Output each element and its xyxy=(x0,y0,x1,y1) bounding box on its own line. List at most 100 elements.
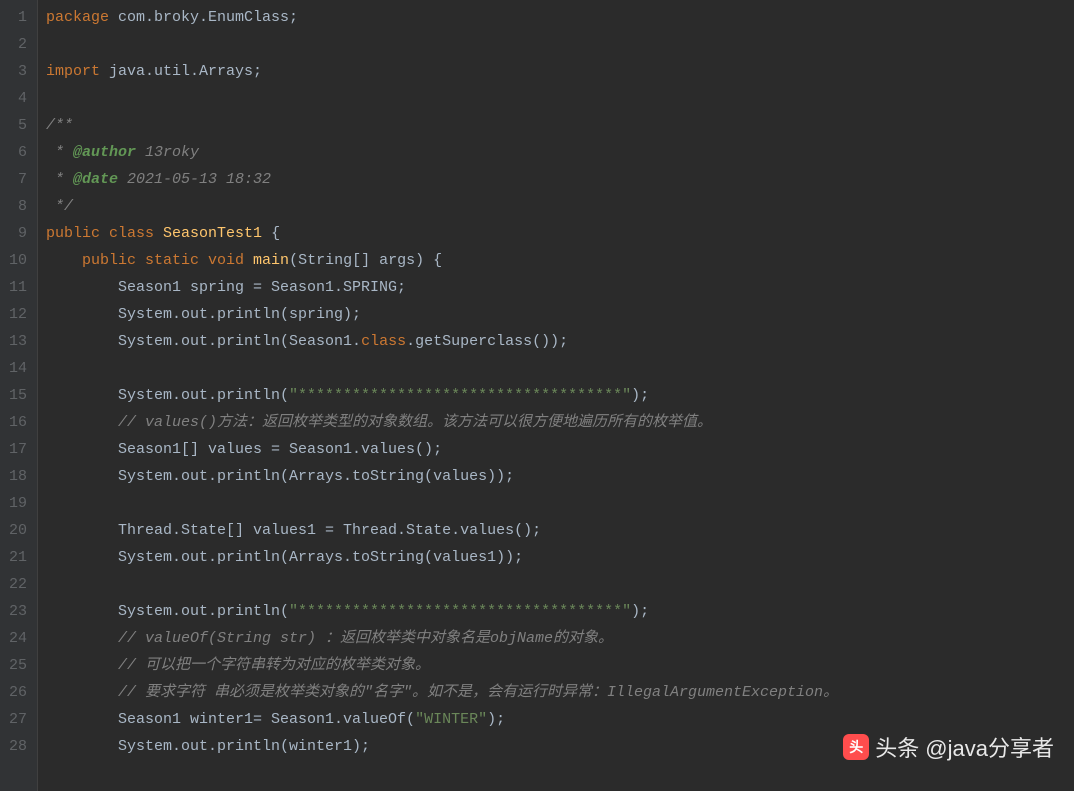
code-line[interactable]: System.out.println(Season1.class.getSupe… xyxy=(46,328,1074,355)
code-line[interactable] xyxy=(46,490,1074,517)
code-token: Season1 spring = Season1.SPRING; xyxy=(46,279,406,296)
line-number: 11 xyxy=(8,274,27,301)
code-area[interactable]: package com.broky.EnumClass; import java.… xyxy=(38,0,1074,791)
code-line[interactable]: System.out.println(spring); xyxy=(46,301,1074,328)
code-token: System.out.println(Season1. xyxy=(46,333,361,350)
code-token: System.out.println(Arrays.toString(value… xyxy=(46,468,514,485)
code-line[interactable]: /** xyxy=(46,112,1074,139)
code-token: main xyxy=(253,252,289,269)
line-number: 7 xyxy=(8,166,27,193)
code-line[interactable]: System.out.println(Arrays.toString(value… xyxy=(46,544,1074,571)
line-number: 10 xyxy=(8,247,27,274)
code-token: java.util.Arrays; xyxy=(109,63,262,80)
code-token: */ xyxy=(46,198,73,215)
code-token: (String[] args) { xyxy=(289,252,442,269)
toutiao-icon: 头 xyxy=(843,734,869,760)
code-line[interactable] xyxy=(46,85,1074,112)
code-token: // 要求字符 串必须是枚举类对象的"名字"。如不是，会有运行时异常：Illeg… xyxy=(118,684,838,701)
line-number: 13 xyxy=(8,328,27,355)
code-token: 2021-05-13 18:32 xyxy=(118,171,271,188)
code-line[interactable]: public static void main(String[] args) { xyxy=(46,247,1074,274)
code-token: "WINTER" xyxy=(415,711,487,728)
code-line[interactable]: Season1[] values = Season1.values(); xyxy=(46,436,1074,463)
code-token: System.out.println( xyxy=(46,603,289,620)
line-number: 15 xyxy=(8,382,27,409)
code-line[interactable]: System.out.println(Arrays.toString(value… xyxy=(46,463,1074,490)
code-line[interactable]: Thread.State[] values1 = Thread.State.va… xyxy=(46,517,1074,544)
line-number: 4 xyxy=(8,85,27,112)
line-number: 24 xyxy=(8,625,27,652)
line-number: 18 xyxy=(8,463,27,490)
code-editor: 1234567891011121314151617181920212223242… xyxy=(0,0,1074,791)
code-line[interactable]: System.out.println("********************… xyxy=(46,382,1074,409)
code-token: // values()方法：返回枚举类型的对象数组。该方法可以很方便地遍历所有的… xyxy=(118,414,712,431)
code-token: Thread.State[] values1 = Thread.State.va… xyxy=(46,522,541,539)
code-line[interactable] xyxy=(46,571,1074,598)
line-number-gutter: 1234567891011121314151617181920212223242… xyxy=(0,0,38,791)
code-line[interactable]: public class SeasonTest1 { xyxy=(46,220,1074,247)
code-token: public class xyxy=(46,225,163,242)
code-token xyxy=(46,657,118,674)
line-number: 16 xyxy=(8,409,27,436)
code-token: import xyxy=(46,63,109,80)
code-token: public static void xyxy=(82,252,253,269)
line-number: 17 xyxy=(8,436,27,463)
line-number: 19 xyxy=(8,490,27,517)
code-token: // valueOf(String str) ：返回枚举类中对象名是objNam… xyxy=(118,630,613,647)
code-token: 13roky xyxy=(136,144,199,161)
code-token: "************************************" xyxy=(289,387,631,404)
line-number: 6 xyxy=(8,139,27,166)
line-number: 25 xyxy=(8,652,27,679)
line-number: 3 xyxy=(8,58,27,85)
code-token: package xyxy=(46,9,118,26)
code-token: System.out.println(spring); xyxy=(46,306,361,323)
line-number: 28 xyxy=(8,733,27,760)
watermark-prefix: 头条 xyxy=(875,731,919,763)
code-token xyxy=(46,630,118,647)
code-line[interactable]: * @author 13roky xyxy=(46,139,1074,166)
code-line[interactable]: // values()方法：返回枚举类型的对象数组。该方法可以很方便地遍历所有的… xyxy=(46,409,1074,436)
line-number: 20 xyxy=(8,517,27,544)
code-token xyxy=(46,684,118,701)
code-token xyxy=(46,252,82,269)
code-line[interactable] xyxy=(46,355,1074,382)
code-token: @date xyxy=(73,171,118,188)
code-token: System.out.println(winter1); xyxy=(46,738,370,755)
line-number: 21 xyxy=(8,544,27,571)
line-number: 12 xyxy=(8,301,27,328)
line-number: 23 xyxy=(8,598,27,625)
line-number: 26 xyxy=(8,679,27,706)
code-token: System.out.println(Arrays.toString(value… xyxy=(46,549,523,566)
code-line[interactable] xyxy=(46,31,1074,58)
code-line[interactable]: // 要求字符 串必须是枚举类对象的"名字"。如不是，会有运行时异常：Illeg… xyxy=(46,679,1074,706)
code-token: // 可以把一个字符串转为对应的枚举类对象。 xyxy=(118,657,430,674)
line-number: 9 xyxy=(8,220,27,247)
code-token: class xyxy=(361,333,406,350)
code-token: "************************************" xyxy=(289,603,631,620)
code-line[interactable]: */ xyxy=(46,193,1074,220)
code-line[interactable]: import java.util.Arrays; xyxy=(46,58,1074,85)
code-token: SeasonTest1 xyxy=(163,225,262,242)
code-token: System.out.println( xyxy=(46,387,289,404)
code-token: ); xyxy=(631,387,649,404)
code-token: /** xyxy=(46,117,73,134)
line-number: 27 xyxy=(8,706,27,733)
line-number: 1 xyxy=(8,4,27,31)
line-number: 8 xyxy=(8,193,27,220)
code-token: Season1 winter1= Season1.valueOf( xyxy=(46,711,415,728)
line-number: 5 xyxy=(8,112,27,139)
code-token: com.broky.EnumClass; xyxy=(118,9,298,26)
code-token: * xyxy=(46,171,73,188)
code-line[interactable]: package com.broky.EnumClass; xyxy=(46,4,1074,31)
code-line[interactable]: // 可以把一个字符串转为对应的枚举类对象。 xyxy=(46,652,1074,679)
code-token xyxy=(46,414,118,431)
code-line[interactable]: System.out.println("********************… xyxy=(46,598,1074,625)
code-token: @author xyxy=(73,144,136,161)
line-number: 14 xyxy=(8,355,27,382)
code-line[interactable]: // valueOf(String str) ：返回枚举类中对象名是objNam… xyxy=(46,625,1074,652)
code-line[interactable]: Season1 winter1= Season1.valueOf("WINTER… xyxy=(46,706,1074,733)
line-number: 22 xyxy=(8,571,27,598)
code-token: .getSuperclass()); xyxy=(406,333,568,350)
code-line[interactable]: * @date 2021-05-13 18:32 xyxy=(46,166,1074,193)
code-line[interactable]: Season1 spring = Season1.SPRING; xyxy=(46,274,1074,301)
